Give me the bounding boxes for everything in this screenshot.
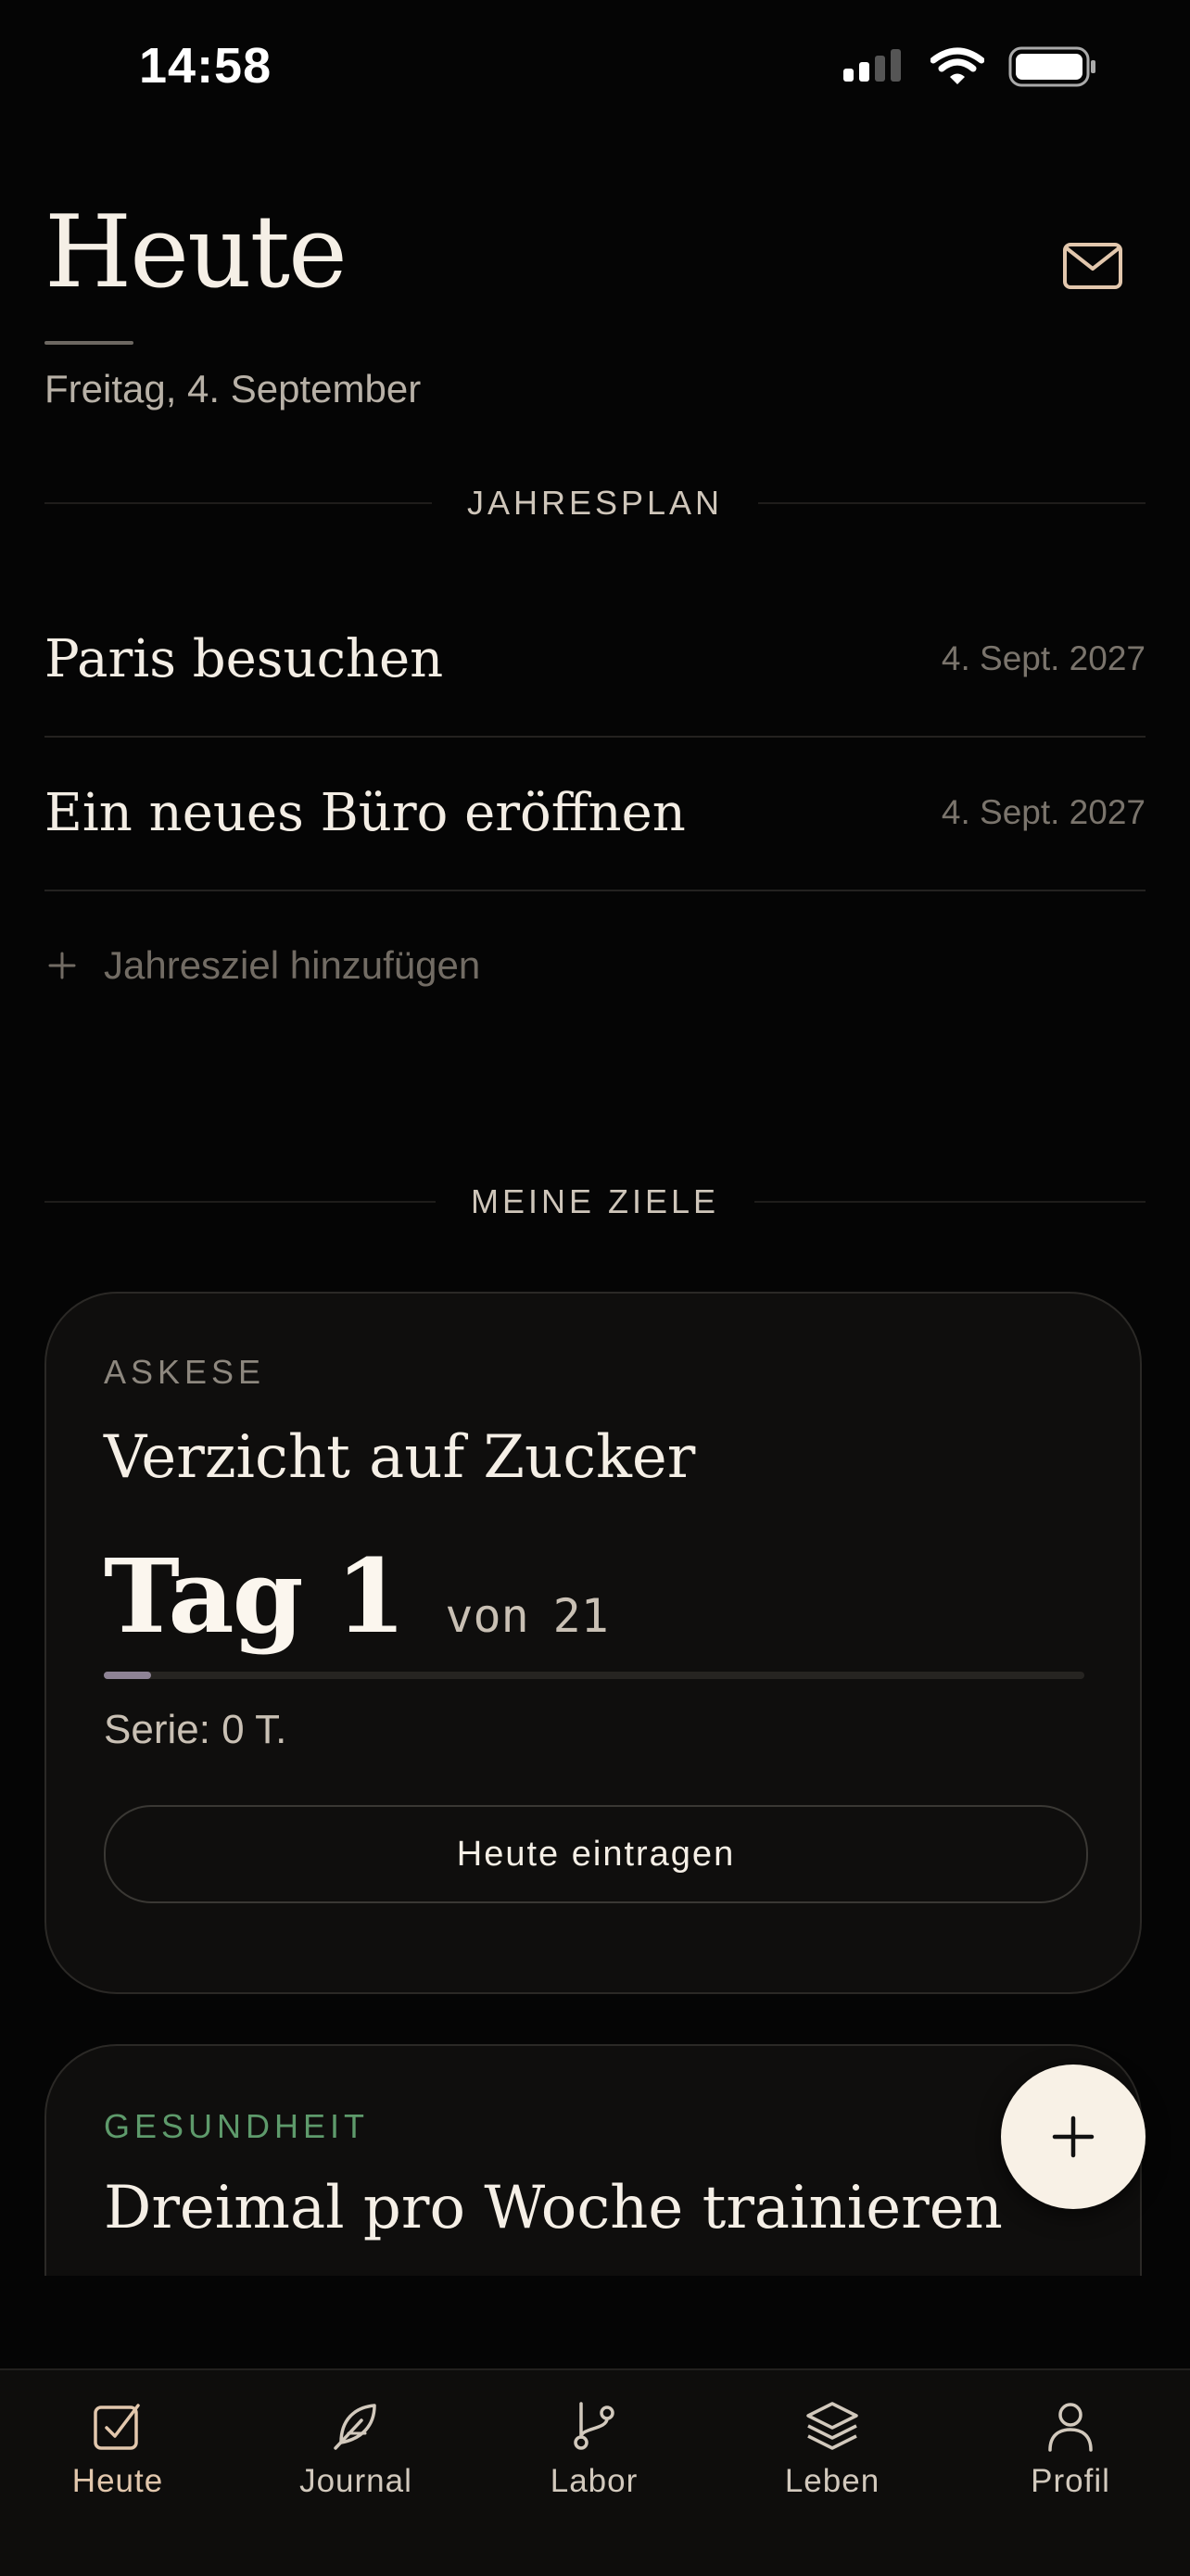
nav-label: Heute xyxy=(71,2463,164,2499)
nav-label: Journal xyxy=(299,2463,412,2499)
layers-icon xyxy=(806,2402,858,2450)
divider xyxy=(44,502,432,504)
checkbox-icon xyxy=(94,2404,140,2450)
divider xyxy=(44,1201,436,1203)
plus-icon xyxy=(1052,2115,1095,2158)
year-plan-item[interactable]: Ein neues Büro eröffnen 4. Sept. 2027 xyxy=(44,736,1146,891)
goals-heading: MEINE ZIELE xyxy=(470,1182,720,1220)
nav-label: Profil xyxy=(1031,2463,1110,2499)
goal-card[interactable]: GESUNDHEIT Dreimal pro Woche trainieren xyxy=(44,2044,1142,2276)
nav-item-heute[interactable]: Heute xyxy=(25,2398,210,2500)
status-icons xyxy=(843,46,1097,87)
divider xyxy=(758,502,1146,504)
goal-streak: Serie: 0 T. xyxy=(104,1707,287,1752)
goal-day-label: Tag 1 xyxy=(104,1536,406,1656)
signal-icon xyxy=(843,49,901,82)
goals-header: MEINE ZIELE xyxy=(44,1182,1146,1221)
goal-day-counter: Tag 1 von 21 xyxy=(104,1536,609,1656)
goal-title: Dreimal pro Woche trainieren xyxy=(104,2174,1003,2242)
divider xyxy=(754,1201,1146,1203)
title-underline xyxy=(44,341,133,345)
goal-of-label: von xyxy=(445,1589,529,1643)
add-goal-fab[interactable] xyxy=(1001,2065,1146,2209)
goal-card[interactable]: ASKESE Verzicht auf Zucker Tag 1 von 21 S… xyxy=(44,1292,1142,1994)
nav-item-profil[interactable]: Profil xyxy=(978,2398,1163,2500)
bottom-navigation: Heute Journal Labor Leben Profil xyxy=(0,2368,1190,2576)
feather-icon xyxy=(334,2404,376,2450)
goal-total: von 21 xyxy=(445,1589,609,1643)
goal-category: GESUNDHEIT xyxy=(104,2107,370,2145)
year-plan-item-name: Ein neues Büro eröffnen xyxy=(44,782,686,843)
year-plan-item-name: Paris besuchen xyxy=(44,628,444,689)
goal-category: ASKESE xyxy=(104,1353,266,1391)
goal-title: Verzicht auf Zucker xyxy=(104,1423,696,1492)
goal-progress-fill xyxy=(104,1672,151,1679)
add-year-goal-label: Jahresziel hinzufügen xyxy=(104,943,481,987)
year-plan-item-date: 4. Sept. 2027 xyxy=(941,793,1146,831)
plus-icon xyxy=(48,952,76,979)
nav-item-labor[interactable]: Labor xyxy=(501,2398,687,2500)
year-plan-header: JAHRESPLAN xyxy=(44,484,1146,523)
wifi-icon xyxy=(930,47,984,84)
year-plan-heading: JAHRESPLAN xyxy=(466,484,724,522)
nav-label: Labor xyxy=(550,2463,639,2499)
nav-item-journal[interactable]: Journal xyxy=(263,2398,449,2500)
inbox-button[interactable] xyxy=(1060,239,1125,295)
user-icon xyxy=(1048,2403,1093,2452)
goal-progress-bar xyxy=(104,1672,1084,1679)
goal-total-days: 21 xyxy=(552,1589,609,1643)
status-time: 14:58 xyxy=(139,38,272,94)
year-plan-item[interactable]: Paris besuchen 4. Sept. 2027 xyxy=(44,582,1146,738)
branch-icon xyxy=(574,2402,614,2450)
year-plan-item-date: 4. Sept. 2027 xyxy=(941,639,1146,677)
mail-icon xyxy=(1063,243,1122,289)
add-year-goal-button[interactable]: Jahresziel hinzufügen xyxy=(48,943,480,988)
battery-icon xyxy=(1008,46,1095,87)
page-title: Heute xyxy=(44,195,348,310)
nav-label: Leben xyxy=(784,2463,880,2499)
nav-item-leben[interactable]: Leben xyxy=(740,2398,925,2500)
log-today-button[interactable]: Heute eintragen xyxy=(104,1805,1088,1903)
goal-card-clip: GESUNDHEIT Dreimal pro Woche trainieren xyxy=(44,2044,1142,2276)
current-date: Freitag, 4. September xyxy=(44,367,422,410)
